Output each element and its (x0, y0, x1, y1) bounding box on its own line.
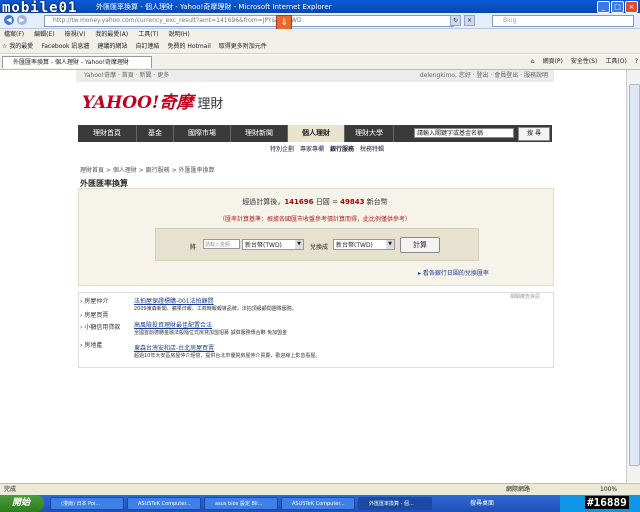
subnav-special[interactable]: 特別企劃 (270, 144, 294, 153)
menu-file[interactable]: 檔案(F) (4, 29, 24, 40)
yahoo-user-links[interactable]: delengkimo, 您好 · 登出 · 會員登出 · 服務說明 (420, 70, 548, 82)
to-currency-value: 新台幣(TWD) (336, 242, 373, 249)
from-currency-value: 新台幣(TWD) (245, 242, 282, 249)
fav-custom-links[interactable]: 自訂連結 (135, 40, 159, 53)
favorites-bar: ☆ 我的最愛 Facebook 訊息牆 建議的網站 自訂連結 免費的 Hotma… (0, 40, 640, 54)
help-icon[interactable]: ? (635, 56, 638, 68)
yahoo-search-button[interactable]: 搜 尋 (518, 127, 550, 141)
scroll-thumb[interactable] (629, 84, 640, 466)
chevron-down-icon: ▼ (386, 240, 394, 249)
menu-bar: 檔案(F) 編輯(E) 檢視(V) 我的最愛(A) 工具(T) 說明(H) (0, 29, 640, 40)
menu-view[interactable]: 檢視(V) (65, 29, 86, 40)
fav-facebook[interactable]: Facebook 訊息牆 (41, 40, 89, 53)
fav-suggested[interactable]: 建議的網站 (97, 40, 127, 53)
fav-hotmail[interactable]: 免費的 Hotmail (167, 40, 210, 53)
result-mid: 日圓 = (313, 198, 341, 206)
from-currency-select[interactable]: 新台幣(TWD) ▼ (242, 239, 304, 250)
menu-edit[interactable]: 編輯(E) (34, 29, 54, 40)
ad-category[interactable]: 房屋仲介 (80, 296, 128, 305)
tab-finance-home[interactable]: 理財首頁 (78, 125, 137, 142)
stop-icon[interactable]: × (464, 15, 475, 26)
window-title: 外匯匯率換算 - 個人理財 - Yahoo!奇摩理財 - Microsoft I… (96, 3, 332, 11)
yahoo-logo[interactable]: YAHOO!奇摩 理財 (82, 88, 223, 113)
ad-category[interactable]: 小額信用貸款 (80, 322, 128, 331)
tab-personal-finance[interactable]: 個人理財 (288, 125, 345, 142)
convert-to-label: 兌換成 (310, 244, 329, 251)
fav-favorites[interactable]: ☆ 我的最愛 (2, 40, 33, 53)
tab-finance-university[interactable]: 理財大學 (345, 125, 394, 142)
result-amount: 141696 (284, 198, 314, 206)
menu-help[interactable]: 說明(H) (169, 29, 190, 40)
taskbar-item[interactable]: ASUSTeK Computer... (281, 497, 355, 510)
taskbar-item[interactable]: ASUSTeK Computer... (127, 497, 201, 510)
post-id-watermark: #16889 (585, 496, 629, 509)
section-name: 理財 (197, 97, 224, 112)
tab-bar: 外匯匯率換算 - 個人理財 - Yahoo!奇摩理財 ⌂ 網頁(P) 安全性(S… (0, 55, 640, 70)
taskbar-item[interactable]: asus bios 設定 Bli... (204, 497, 278, 510)
result-converted: 49843 (340, 198, 365, 206)
ad-title[interactable]: 高風險投資理財最佳配置合法 (134, 320, 212, 329)
to-currency-select[interactable]: 新台幣(TWD) ▼ (333, 239, 395, 250)
more-link-text: 看各銀行日圓的兌換匯率 (422, 270, 489, 277)
address-bar: ◀ ▶ http://tw.money.yahoo.com/currency_e… (0, 13, 640, 29)
maximize-icon[interactable]: □ (611, 1, 624, 13)
result-text: 經過計算後，141696 日圓 = 49843 新台幣 (78, 197, 552, 207)
ad-category[interactable]: 房地產 (80, 340, 128, 349)
tab-intl-market[interactable]: 國際市場 (174, 125, 231, 142)
url-input[interactable]: http://tw.money.yahoo.com/currency_exc_r… (44, 15, 454, 27)
subnav-tax[interactable]: 稅務特輯 (360, 144, 384, 153)
ad-row: 小額信用貸款 高風險投資理財最佳配置合法 全國首創德勝金融法般隨位式房貸加盟招募… (80, 320, 550, 336)
home-icon[interactable]: ⌂ (531, 56, 535, 68)
ad-title[interactable]: 法拍屋保證標購-001法拍顧問 (134, 296, 214, 305)
amount-input[interactable]: 請輸入金額 (203, 239, 240, 249)
forward-icon[interactable]: ▶ (17, 15, 27, 25)
menu-tools[interactable]: 工具(T) (138, 29, 158, 40)
ad-row: 房地產 東森台灣安和店-台北房屋買賣 超過10年大安區房屋仲介經營，提供台北市優… (80, 338, 550, 359)
amount-label: 將 (190, 244, 197, 251)
yahoo-logo-text: YAHOO!奇摩 (82, 93, 194, 113)
tab-fund[interactable]: 基金 (137, 125, 174, 142)
start-button[interactable]: 開始 (0, 495, 44, 512)
tool-tools[interactable]: 工具(O) (605, 56, 626, 68)
result-suffix: 新台幣 (364, 198, 388, 206)
browser-search-input[interactable]: Bing (492, 15, 634, 27)
taskbar: 開始 (漫雨) 日本 Poi... ASUSTeK Computer... as… (0, 495, 640, 512)
minimize-icon[interactable]: _ (597, 1, 610, 13)
subnav-column[interactable]: 專家專欄 (300, 144, 324, 153)
taskbar-item[interactable]: (漫雨) 日本 Poi... (50, 497, 124, 510)
yahoo-search-input[interactable]: 請輸入關鍵字或基金名稱 (414, 128, 514, 138)
vertical-scrollbar[interactable] (626, 70, 640, 482)
taskbar-item-active[interactable]: 外匯匯率換算 - 個... (358, 497, 432, 510)
back-icon[interactable]: ◀ (4, 15, 14, 25)
close-icon[interactable]: × (625, 1, 638, 13)
ad-category[interactable]: 房屋買賣 (80, 310, 128, 319)
ad-desc: 全國首創德勝金融法般隨位式房貸加盟招募 誠徵服務傳合夥 免加盟金 (134, 330, 288, 336)
ad-title[interactable]: 東森台灣安和店-台北房屋買賣 (134, 343, 214, 352)
result-prefix: 經過計算後， (242, 198, 285, 206)
chevron-down-icon: ▼ (295, 240, 303, 249)
ad-desc: 超過10年大安區房屋仲介經營，提供台北市優質房屋仲介買賣，歡迎線上影音看屋。 (134, 353, 321, 359)
desktop-search-hint[interactable]: 搜尋桌面 (470, 498, 494, 507)
tool-page[interactable]: 網頁(P) (543, 56, 563, 68)
menu-favorites[interactable]: 我的最愛(A) (95, 29, 128, 40)
browser-tab[interactable]: 外匯匯率換算 - 個人理財 - Yahoo!奇摩理財 (2, 56, 152, 68)
breadcrumb[interactable]: 理財首頁 > 個人理財 > 銀行服務 > 外匯匯率換算 (80, 165, 215, 174)
more-bank-rates-link[interactable]: ▸ 看各銀行日圓的兌換匯率 (418, 268, 489, 277)
yahoo-top-nav: Yahoo!奇摩 · 首頁 · 新聞 · 更多 delengkimo, 您好 ·… (76, 70, 554, 82)
window-titlebar: 外匯匯率換算 - 個人理財 - Yahoo!奇摩理財 - Microsoft I… (0, 0, 640, 13)
fav-addons[interactable]: 取得更多附加元件 (219, 40, 267, 53)
sub-nav: 特別企劃 專家專欄 銀行服務 稅務特輯 (270, 144, 384, 153)
yahoo-top-links[interactable]: Yahoo!奇摩 · 首頁 · 新聞 · 更多 (84, 70, 169, 82)
refresh-icon[interactable]: ↻ (450, 15, 461, 26)
subnav-bank[interactable]: 銀行服務 (330, 144, 354, 153)
calculate-button[interactable]: 計算 (400, 237, 440, 253)
rate-note: （匯率計算基準：根據各國匯市收盤參考價計算而得，此比例僅供參考） (218, 216, 411, 223)
fav-label: 我的最愛 (9, 43, 34, 50)
tool-safety[interactable]: 安全性(S) (571, 56, 598, 68)
tab-finance-news[interactable]: 理財新聞 (231, 125, 288, 142)
